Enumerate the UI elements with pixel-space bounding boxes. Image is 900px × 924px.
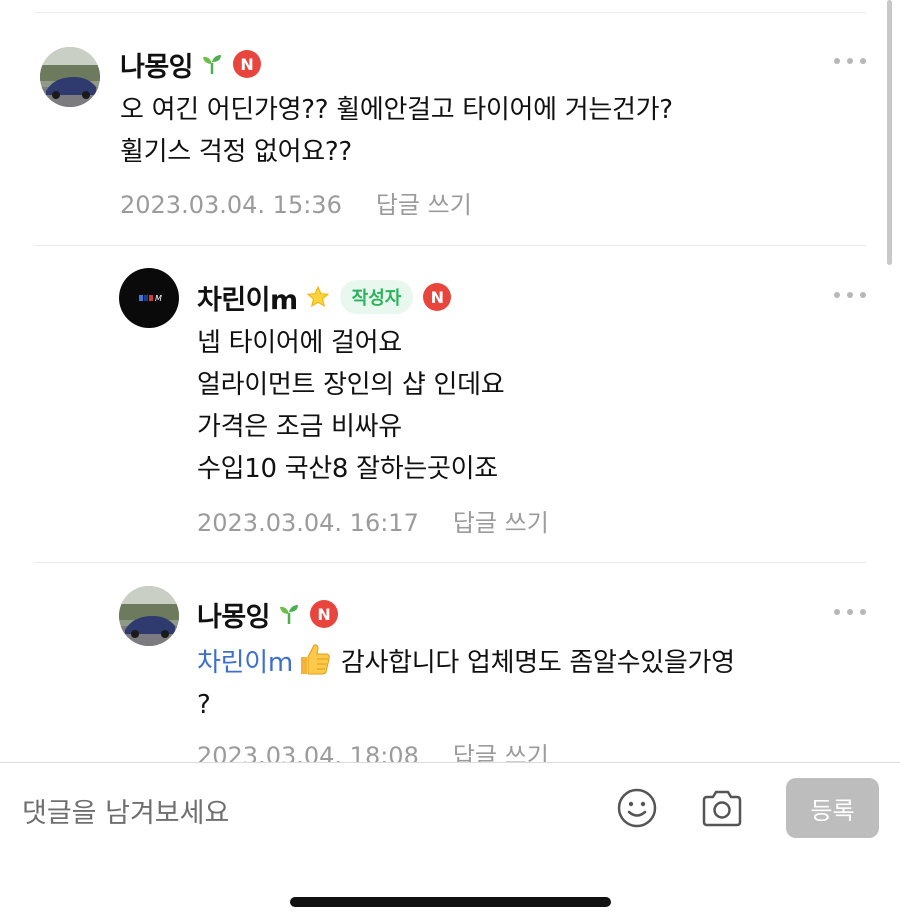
comment-line: ? [197, 690, 211, 720]
avatar[interactable] [40, 47, 100, 107]
comment-text: 차린이m 감사합니다 업체명도 좀알수있을가영 ? [197, 641, 735, 726]
emoji-icon[interactable] [616, 787, 658, 829]
nickname[interactable]: 나몽잉 [120, 45, 194, 84]
thumbs-up-icon [297, 641, 333, 677]
comment-list[interactable]: 나몽잉 N 오 여긴 어딘가영?? 휠에안걸고 타이어에 거는건가? 휠기스 걱… [0, 0, 900, 762]
comment-input-bar: 댓글을 남겨보세요 등록 [0, 762, 900, 924]
naver-badge-icon: N [310, 600, 339, 628]
sprout-icon [278, 603, 300, 625]
reply-button[interactable]: 답글 쓰기 [453, 509, 549, 537]
more-options-icon[interactable] [834, 285, 866, 305]
comment-meta: 2023.03.04. 18:08 답글 쓰기 [197, 736, 549, 762]
comment-line: 휠기스 걱정 없어요?? [120, 137, 352, 167]
mention-link[interactable]: 차린이m [197, 648, 293, 678]
comment-date: 2023.03.04. 15:36 [120, 191, 342, 219]
naver-badge-icon: N [423, 283, 452, 311]
comment-line: 차린이m 감사합니다 업체명도 좀알수있을가영 [197, 641, 735, 684]
comment-line-text: 감사합니다 업체명도 좀알수있을가영 [340, 648, 735, 678]
nickname[interactable]: 차린이m [197, 278, 298, 317]
comment-meta: 2023.03.04. 15:36 답글 쓰기 [120, 185, 472, 220]
comment-meta: 2023.03.04. 16:17 답글 쓰기 [197, 503, 549, 538]
divider [34, 562, 866, 563]
author-badge: 작성자 [339, 280, 414, 314]
comment-line: 수입10 국산8 잘하는곳이죠 [197, 454, 498, 484]
star-icon [306, 285, 330, 309]
comment-date: 2023.03.04. 18:08 [197, 742, 419, 762]
reply-button[interactable]: 답글 쓰기 [376, 191, 472, 219]
camera-icon[interactable] [700, 789, 744, 829]
more-options-icon[interactable] [834, 602, 866, 622]
avatar[interactable] [119, 586, 179, 646]
comment-text: 오 여긴 어딘가영?? 휠에안걸고 타이어에 거는건가? 휠기스 걱정 없어요?… [120, 89, 673, 173]
comment-line: 가격은 조금 비싸유 [197, 412, 402, 442]
svg-text:M: M [155, 294, 162, 303]
comment-line: 넵 타이어에 걸어요 [197, 328, 402, 358]
comment-line: 오 여긴 어딘가영?? 휠에안걸고 타이어에 거는건가? [120, 95, 673, 125]
submit-button[interactable]: 등록 [786, 778, 879, 838]
comment-text: 넵 타이어에 걸어요 얼라이먼트 장인의 샵 인데요 가격은 조금 비싸유 수입… [197, 322, 505, 490]
comment-header: 나몽잉 N [120, 44, 262, 84]
naver-badge-icon: N [233, 50, 262, 78]
sprout-icon [201, 53, 223, 75]
nickname[interactable]: 나몽잉 [197, 595, 271, 634]
reply-button[interactable]: 답글 쓰기 [453, 742, 549, 762]
divider [34, 245, 866, 246]
comment-header: 나몽잉 N [197, 594, 339, 634]
more-options-icon[interactable] [834, 51, 866, 71]
avatar[interactable]: M [119, 268, 179, 328]
comment-line: 얼라이먼트 장인의 샵 인데요 [197, 370, 505, 400]
home-indicator [290, 897, 611, 907]
comment-date: 2023.03.04. 16:17 [197, 509, 419, 537]
comment-header: 차린이m 작성자 N [197, 277, 452, 317]
divider [34, 12, 866, 13]
scrollbar[interactable] [887, 0, 892, 265]
comment-input[interactable]: 댓글을 남겨보세요 [22, 791, 229, 830]
